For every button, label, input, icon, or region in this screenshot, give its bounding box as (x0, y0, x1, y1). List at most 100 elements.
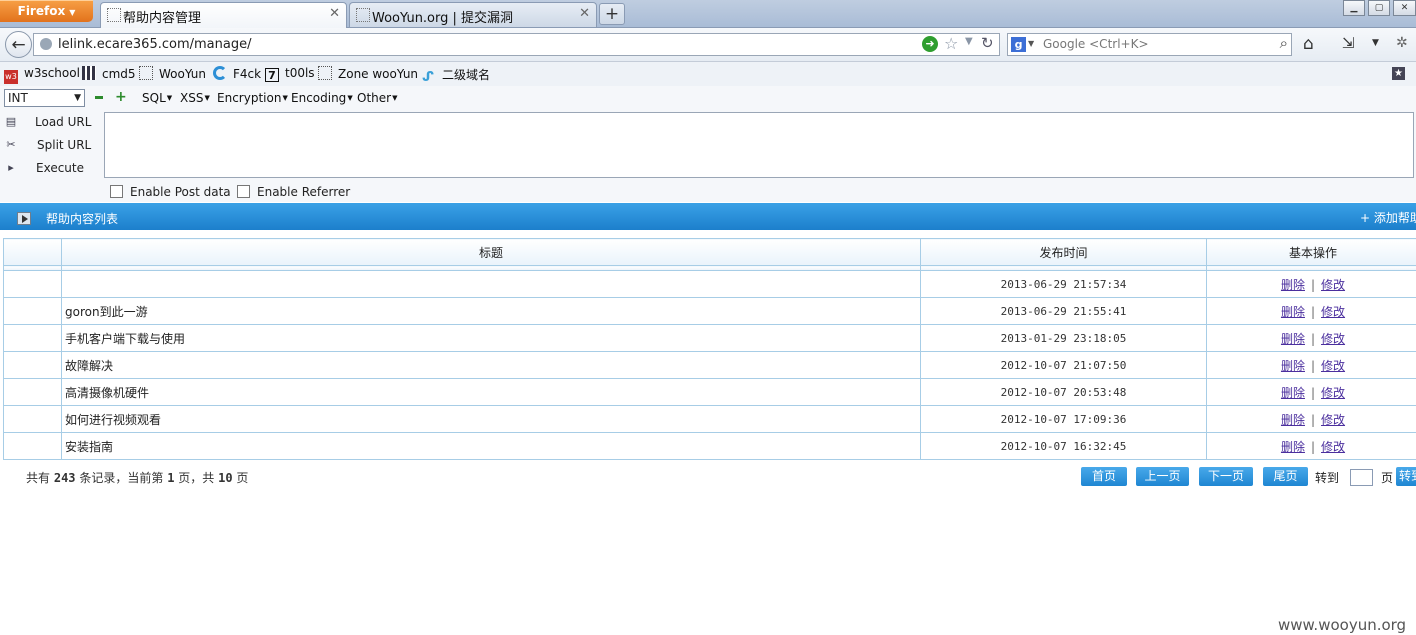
google-icon[interactable]: g (1011, 37, 1026, 52)
bookmark-f4ck[interactable]: F4ck (213, 66, 261, 82)
menu-sql[interactable]: SQL▼ (142, 91, 172, 105)
delete-link[interactable]: 删除 (1281, 305, 1305, 319)
action-separator: | (1310, 304, 1316, 319)
row-blank-cell (3, 405, 62, 433)
next-page-button[interactable]: 下一页 (1199, 467, 1253, 486)
row-title: 安装指南 (61, 432, 921, 460)
row-blank-cell (3, 351, 62, 379)
chevron-down-icon[interactable]: ▼ (1372, 38, 1379, 48)
menu-encoding[interactable]: Encoding▼ (291, 91, 353, 105)
split-url-button[interactable]: ✂ Split URL (4, 136, 99, 156)
bookmark-label: cmd5 (102, 67, 136, 81)
column-header-time[interactable]: 发布时间 (920, 238, 1207, 266)
reload-icon[interactable]: ↻ (981, 34, 994, 52)
bookmark-w3school[interactable]: w3 w3school (4, 66, 80, 84)
row-title: 如何进行视频观看 (61, 405, 921, 433)
edit-link[interactable]: 修改 (1321, 332, 1345, 346)
bookmark-star-icon[interactable]: ☆ (944, 34, 958, 53)
row-time: 2012-10-07 20:53:48 (920, 378, 1207, 406)
firefox-menu-button[interactable]: Firefox ▼ (0, 0, 93, 22)
load-url-button[interactable]: ▤ Load URL (4, 113, 99, 133)
bookmarks-menu-icon[interactable]: ★ (1392, 67, 1405, 80)
row-blank-cell (3, 432, 62, 460)
menu-label: SQL (142, 91, 166, 105)
edit-link[interactable]: 修改 (1321, 278, 1345, 292)
minimize-button[interactable]: ▁ (1343, 0, 1365, 16)
enable-post-checkbox[interactable]: Enable Post data (110, 185, 231, 201)
row-title: 高清摄像机硬件 (61, 378, 921, 406)
goto-page-input[interactable] (1350, 469, 1373, 486)
menu-encryption[interactable]: Encryption▼ (217, 91, 288, 105)
close-icon[interactable]: ✕ (329, 6, 340, 21)
hackbar: INT ▼ + SQL▼ XSS▼ Encryption▼ Encoding▼ O… (0, 86, 1416, 202)
enable-referrer-checkbox[interactable]: Enable Referrer (237, 185, 350, 201)
plus-icon[interactable]: + (115, 89, 127, 105)
edit-link[interactable]: 修改 (1321, 413, 1345, 427)
bookmark-subdomain[interactable]: ᔑ 二级域名 (422, 66, 490, 85)
edit-link[interactable]: 修改 (1321, 386, 1345, 400)
total-records: 243 (53, 471, 76, 485)
search-icon[interactable]: ⌕ (1280, 34, 1288, 52)
new-tab-button[interactable]: + (599, 3, 625, 25)
goto-unit-label: 页 (1381, 471, 1394, 485)
section-header: 帮助内容列表 + 添加帮助 (0, 203, 1416, 230)
delete-link[interactable]: 删除 (1281, 413, 1305, 427)
first-page-button[interactable]: 首页 (1081, 467, 1127, 486)
row-actions: 删除 | 修改 (1206, 324, 1416, 352)
total-pages: 10 (218, 471, 233, 485)
goto-button[interactable]: 转到 (1396, 467, 1416, 486)
plus-icon: + (1360, 211, 1374, 225)
goto-label: 转到 (1315, 471, 1340, 485)
engine-dropdown-icon[interactable]: ▼ (1028, 39, 1034, 48)
checkbox-box[interactable] (237, 185, 250, 198)
maximize-button[interactable]: ▢ (1368, 0, 1390, 16)
search-bar[interactable]: g ▼ Google <Ctrl+K> ⌕ (1007, 33, 1292, 56)
address-bar[interactable]: lelink.ecare365.com/manage/ ➜ ☆ ▼ ↻ (33, 33, 1000, 56)
bookmark-t00ls[interactable]: 7 t00ls (265, 66, 315, 82)
add-help-button[interactable]: + 添加帮助 (1360, 209, 1416, 226)
last-page-button[interactable]: 尾页 (1263, 467, 1308, 486)
menu-other[interactable]: Other▼ (357, 91, 397, 105)
row-title: 手机客户端下载与使用 (61, 324, 921, 352)
extension-icon[interactable]: ✲ (1396, 35, 1408, 51)
back-button[interactable]: ← (5, 31, 32, 58)
edit-link[interactable]: 修改 (1321, 305, 1345, 319)
delete-link[interactable]: 删除 (1281, 440, 1305, 454)
minus-icon[interactable] (95, 96, 103, 99)
edit-link[interactable]: 修改 (1321, 359, 1345, 373)
delete-link[interactable]: 删除 (1281, 359, 1305, 373)
delete-link[interactable]: 删除 (1281, 386, 1305, 400)
edit-link[interactable]: 修改 (1321, 440, 1345, 454)
menu-xss[interactable]: XSS▼ (180, 91, 210, 105)
bookmark-wooyun[interactable]: WooYun (139, 66, 206, 82)
column-header-title[interactable]: 标题 (61, 238, 921, 266)
bookmark-cmd5[interactable]: cmd5 (82, 66, 136, 82)
type-select[interactable]: INT ▼ (4, 89, 85, 107)
f4ck-icon (213, 66, 227, 80)
row-actions: 删除 | 修改 (1206, 405, 1416, 433)
row-title: goron到此一游 (61, 297, 921, 325)
go-arrow-icon[interactable]: ➜ (922, 36, 938, 52)
subdomain-icon: ᔑ (422, 70, 435, 85)
bookmark-label: t00ls (285, 66, 315, 80)
play-icon (17, 212, 31, 225)
download-icon[interactable]: ⇲ (1342, 34, 1355, 52)
url-textarea[interactable] (104, 112, 1414, 178)
table-row: 2013-06-29 21:57:34 删除 | 修改 (3, 270, 1416, 298)
tab-wooyun[interactable]: WooYun.org | 提交漏洞 ✕ (349, 2, 597, 27)
execute-button[interactable]: ▸ Execute (4, 159, 99, 179)
history-dropdown-icon[interactable]: ▼ (965, 36, 973, 47)
tab-title: WooYun.org | 提交漏洞 (372, 11, 514, 26)
tab-help-content[interactable]: 帮助内容管理 ✕ (100, 2, 347, 28)
close-icon[interactable]: ✕ (579, 6, 590, 21)
row-title: 故障解决 (61, 351, 921, 379)
load-url-icon: ▤ (5, 115, 17, 128)
checkbox-box[interactable] (110, 185, 123, 198)
row-time: 2013-06-29 21:55:41 (920, 297, 1207, 325)
delete-link[interactable]: 删除 (1281, 332, 1305, 346)
home-icon[interactable]: ⌂ (1303, 34, 1314, 54)
prev-page-button[interactable]: 上一页 (1136, 467, 1189, 486)
delete-link[interactable]: 删除 (1281, 278, 1305, 292)
bookmark-zone-wooyun[interactable]: Zone wooYun (318, 66, 418, 82)
close-window-button[interactable]: ✕ (1393, 0, 1416, 16)
